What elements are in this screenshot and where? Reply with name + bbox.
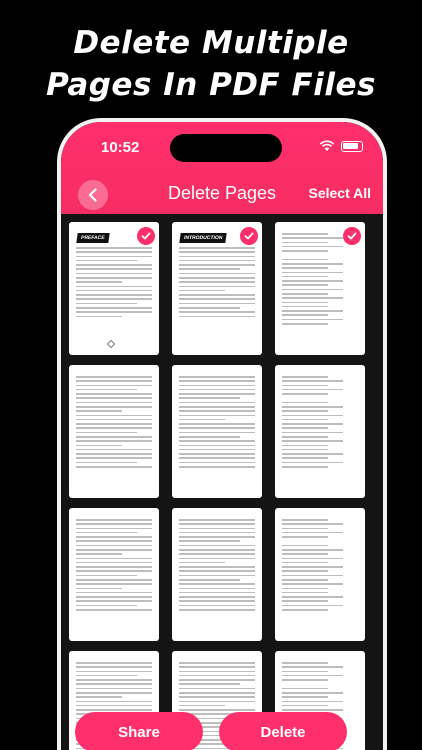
page-heading: INTRODUCTION	[179, 233, 228, 243]
app-screen: 10:52 Delete Pages Select All PREFACE INT…	[61, 122, 383, 750]
status-time: 10:52	[101, 139, 140, 156]
ornament-icon	[106, 339, 116, 349]
page-thumbnail[interactable]: PREFACE	[69, 222, 159, 355]
page-text-lines	[282, 233, 358, 327]
page-thumbnail-grid: PREFACE INTRODUCTION	[69, 222, 375, 750]
page-thumbnail[interactable]	[69, 508, 159, 641]
select-all-button[interactable]: Select All	[308, 185, 371, 201]
page-thumbnail[interactable]	[172, 508, 262, 641]
page-text-lines	[282, 376, 358, 470]
page-thumbnail[interactable]	[172, 365, 262, 498]
battery-icon	[341, 140, 363, 152]
page-text-lines	[76, 247, 152, 320]
page-text-lines	[179, 376, 255, 470]
promo-headline: Delete Multiple Pages In PDF Files	[0, 22, 422, 106]
page-text-lines	[76, 519, 152, 613]
page-text-lines	[282, 519, 358, 613]
page-thumbnail[interactable]	[275, 222, 365, 355]
page-thumbnail[interactable]	[69, 365, 159, 498]
headline-line-2: Pages In PDF Files	[46, 67, 376, 103]
share-button[interactable]: Share	[75, 712, 203, 750]
selected-check-icon[interactable]	[240, 227, 258, 245]
selected-check-icon[interactable]	[343, 227, 361, 245]
page-thumbnail[interactable]	[275, 365, 365, 498]
action-bar: Share Delete	[75, 712, 347, 750]
headline-line-1: Delete Multiple	[73, 25, 349, 61]
page-text-lines	[179, 247, 255, 320]
page-heading: PREFACE	[76, 233, 110, 243]
page-text-lines	[179, 519, 255, 613]
phone-frame: 10:52 Delete Pages Select All PREFACE INT…	[57, 118, 387, 750]
wifi-icon	[319, 140, 335, 151]
page-text-lines	[76, 376, 152, 470]
selected-check-icon[interactable]	[137, 227, 155, 245]
page-thumbnail[interactable]	[275, 508, 365, 641]
delete-button[interactable]: Delete	[219, 712, 347, 750]
status-icons	[319, 140, 363, 152]
page-thumbnail[interactable]: INTRODUCTION	[172, 222, 262, 355]
dynamic-island	[170, 134, 282, 162]
